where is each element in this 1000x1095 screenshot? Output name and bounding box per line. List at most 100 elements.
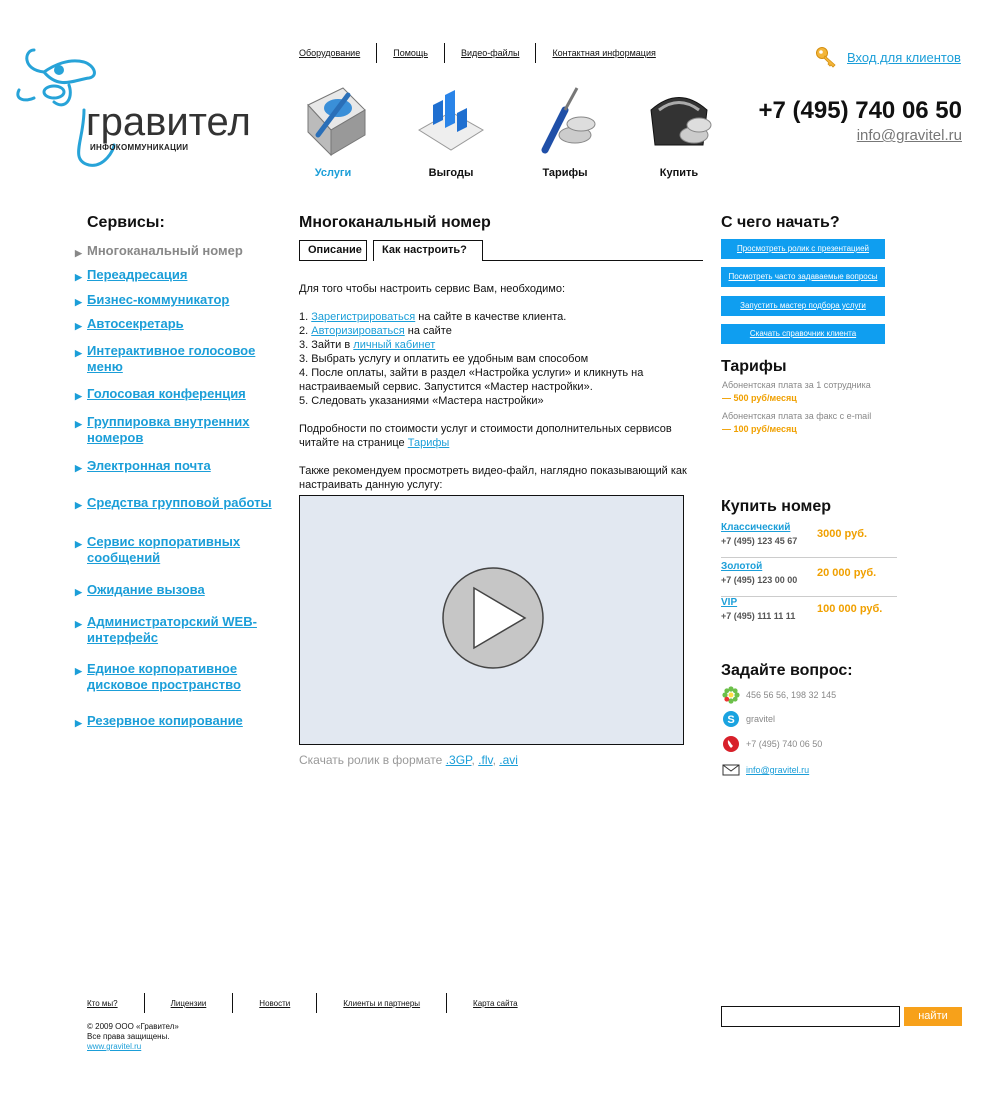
sidebar-item-disk-space[interactable]: ▶ Единое корпоративное дисковое пространс… [75, 661, 290, 693]
tariff-value: — 100 руб/месяц [722, 424, 797, 434]
faq-button[interactable]: Посмотреть часто задаваемые вопросы [721, 267, 885, 287]
nav-buy[interactable]: Купить [634, 80, 724, 179]
setup-instructions: Для того чтобы настроить сервис Вам, нео… [299, 282, 709, 506]
pricing-note: Подробности по стоимости услуг и стоимос… [299, 423, 672, 449]
sidebar-item-business-communicator[interactable]: ▶ Бизнес-коммуникатор [75, 292, 290, 310]
tab-how-to-setup[interactable]: Как настроить? [373, 240, 483, 261]
download-row: Скачать ролик в формате .3GP, .flv, .avi [299, 753, 518, 767]
sidebar-item-backup[interactable]: ▶ Резервное копирование [75, 713, 290, 731]
number-phone: +7 (495) 111 11 11 [721, 611, 796, 621]
sidebar-item-call-waiting[interactable]: ▶ Ожидание вызова [75, 582, 290, 600]
intro-text: Для того чтобы настроить сервис Вам, нео… [299, 283, 566, 295]
sidebar-item-admin-web[interactable]: ▶ Администраторский WEB-интерфейс [75, 614, 290, 646]
divider [232, 993, 234, 1013]
sidebar-item-corporate-messages[interactable]: ▶ Сервис корпоративных сообщений [75, 534, 290, 566]
footer-news[interactable]: Новости [259, 999, 290, 1008]
sidebar-item-autosecretary[interactable]: ▶ Автосекретарь [75, 316, 290, 334]
number-row: Золотой +7 (495) 123 00 00 20 000 руб. [721, 561, 897, 597]
top-nav-video[interactable]: Видео-файлы [461, 48, 519, 58]
sidebar-item-grouping[interactable]: ▶ Группировка внутренних номеров [75, 414, 290, 446]
header-email[interactable]: info@gravitel.ru [857, 127, 962, 144]
copyright: © 2009 ООО «Гравител» Все права защищены… [87, 1022, 179, 1052]
wallet-icon [650, 97, 712, 146]
tariffs-title: Тарифы [721, 358, 787, 375]
cabinet-link[interactable]: личный кабинет [353, 339, 435, 351]
sidebar-item-forwarding[interactable]: ▶ Переадресация [75, 267, 290, 285]
sidebar-item-multichannel[interactable]: ▶ Многоканальный номер [75, 243, 290, 261]
svg-text:S: S [727, 714, 734, 726]
top-nav: Оборудование Помощь Видео-файлы Контактн… [299, 43, 656, 63]
footer-nav: Кто мы? Лицензии Новости Клиенты и партн… [87, 993, 518, 1013]
play-icon[interactable] [441, 566, 545, 670]
top-nav-equipment[interactable]: Оборудование [299, 48, 360, 58]
download-guide-button[interactable]: Скачать справочник клиента [721, 324, 885, 344]
search-button[interactable]: найти [904, 1007, 962, 1026]
page-title: Многоканальный номер [299, 214, 491, 231]
number-phone: +7 (495) 123 45 67 [721, 536, 798, 546]
download-3gp[interactable]: .3GP [446, 753, 472, 767]
nav-services-label: Услуги [314, 167, 352, 179]
arrow-right-icon: ▶ [75, 619, 82, 629]
footer-partners[interactable]: Клиенты и партнеры [343, 999, 420, 1008]
number-name-link[interactable]: VIP [721, 597, 737, 608]
footer-site-link[interactable]: www.gravitel.ru [87, 1042, 179, 1052]
bar-chart-icon [418, 90, 484, 151]
header-phone: +7 (495) 740 06 50 [758, 97, 963, 124]
nav-benefits[interactable]: Выгоды [406, 80, 496, 179]
mail-icon [722, 764, 740, 776]
login-link[interactable]: Вход для клиентов [847, 50, 961, 65]
tariff-value: — 500 руб/месяц [722, 393, 797, 403]
number-name-link[interactable]: Золотой [721, 561, 762, 572]
arrow-right-icon: ▶ [75, 539, 82, 549]
arrow-right-icon: ▶ [75, 419, 82, 429]
search-input[interactable] [721, 1006, 900, 1027]
arrow-right-icon: ▶ [75, 666, 82, 676]
download-flv[interactable]: .flv [478, 753, 492, 767]
divider [316, 993, 318, 1013]
register-link[interactable]: Зарегистрироваться [311, 311, 415, 323]
number-row: VIP +7 (495) 111 11 11 100 000 руб. [721, 597, 897, 633]
logo[interactable]: гравител ИНФОКОММУНИКАЦИИ [14, 40, 254, 175]
sidebar-item-ivr[interactable]: ▶ Интерактивное голосовое меню [75, 343, 290, 375]
divider [443, 43, 445, 63]
login-step-link[interactable]: Авторизироваться [311, 325, 404, 337]
tab-description[interactable]: Описание [299, 240, 367, 261]
nav-benefits-label: Выгоды [428, 167, 474, 179]
video-player[interactable] [299, 495, 684, 745]
watch-presentation-button[interactable]: Просмотреть ролик с презентацией [721, 239, 885, 259]
service-wizard-button[interactable]: Запустить мастер подбора услуги [721, 296, 885, 316]
contact-skype: S gravitel [722, 710, 775, 728]
number-price: 20 000 руб. [817, 567, 877, 579]
nav-services[interactable]: Услуги [288, 80, 378, 179]
key-icon [816, 47, 836, 68]
tariffs-link[interactable]: Тарифы [408, 437, 450, 449]
video-note: Также рекомендуем просмотреть видео-файл… [299, 465, 687, 491]
contact-mail-link[interactable]: info@gravitel.ru [746, 765, 809, 775]
icq-icon [722, 686, 740, 704]
download-avi[interactable]: .avi [499, 753, 518, 767]
number-phone: +7 (495) 123 00 00 [721, 575, 798, 585]
buy-number-title: Купить номер [721, 498, 832, 515]
nav-buy-label: Купить [659, 167, 699, 179]
arrow-right-icon: ▶ [75, 718, 82, 728]
number-name-link[interactable]: Классический [721, 522, 790, 533]
divider [446, 993, 448, 1013]
top-nav-contacts[interactable]: Контактная информация [552, 48, 655, 58]
start-title: С чего начать? [721, 214, 840, 231]
sidebar-item-conference[interactable]: ▶ Голосовая конференция [75, 386, 290, 404]
sidebar-item-email[interactable]: ▶ Электронная почта [75, 458, 290, 476]
tariff-label: Абонентская плата за 1 сотрудника [722, 380, 871, 390]
arrow-right-icon: ▶ [75, 321, 82, 331]
book-icon [307, 87, 366, 157]
nav-tariffs[interactable]: Тарифы [520, 80, 610, 179]
sidebar-item-groupware[interactable]: ▶ Средства групповой работы [75, 495, 290, 513]
ask-question-title: Задайте вопрос: [721, 662, 853, 679]
tariff-label: Абонентская плата за факс с e-mail [722, 411, 872, 421]
footer-about[interactable]: Кто мы? [87, 999, 118, 1008]
top-nav-help[interactable]: Помощь [393, 48, 428, 58]
contact-mail: info@gravitel.ru [722, 761, 809, 779]
divider [376, 43, 378, 63]
footer-sitemap[interactable]: Карта сайта [473, 999, 518, 1008]
client-login[interactable]: Вход для клиентов [815, 46, 961, 68]
footer-licenses[interactable]: Лицензии [171, 999, 207, 1008]
